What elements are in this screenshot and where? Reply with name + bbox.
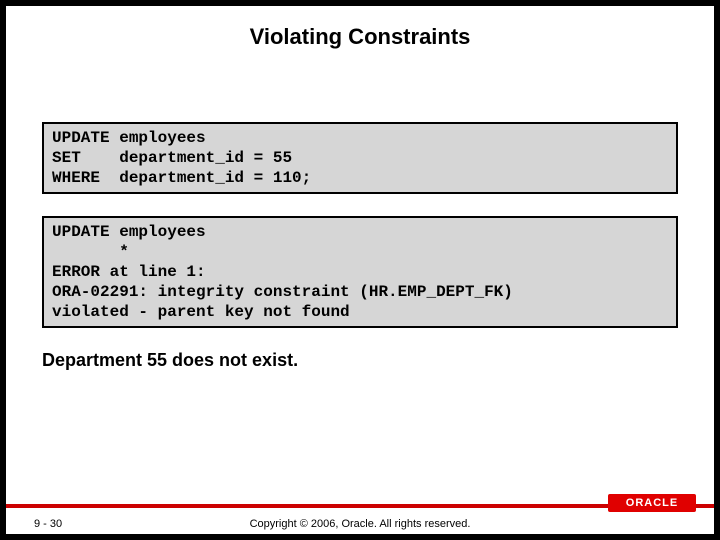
slide: Violating Constraints UPDATE employees S… xyxy=(6,6,714,534)
copyright-text: Copyright © 2006, Oracle. All rights res… xyxy=(6,518,714,530)
caption-text: Department 55 does not exist. xyxy=(42,350,678,371)
error-output-box: UPDATE employees * ERROR at line 1: ORA-… xyxy=(42,216,678,328)
slide-title: Violating Constraints xyxy=(6,24,714,50)
sql-statement-box: UPDATE employees SET department_id = 55 … xyxy=(42,122,678,194)
slide-footer: ORACLE 9 - 30 Copyright © 2006, Oracle. … xyxy=(6,504,714,534)
oracle-logo: ORACLE xyxy=(608,494,696,512)
